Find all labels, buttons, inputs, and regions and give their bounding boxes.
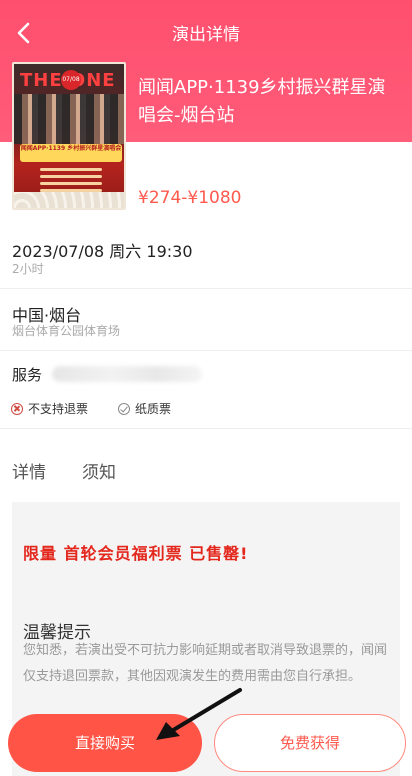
event-title: 闻闻APP·1139乡村振兴群星演唱会-烟台站 [138,77,386,126]
event-datetime: 2023/07/08 周六 19:30 [12,242,193,261]
poster-wave-decoration [14,192,124,208]
price-range: ¥274-¥1080 [138,188,242,208]
service-info-blurred [52,366,202,382]
annotation-arrow-icon [156,688,242,740]
divider [0,428,412,429]
poster-performers [14,94,124,144]
poster-band: 闻闻APP·1139 乡村振兴群星演唱会 [20,144,122,162]
divider [0,350,412,351]
tag-label: 纸质票 [135,402,172,416]
divider [0,288,412,289]
tag-paper-ticket: 纸质票 [118,400,171,417]
poster-date-badge: 07/08 [61,70,81,90]
poster-band-text: 闻闻APP·1139 乡村振兴群星演唱会 [20,145,122,152]
detail-tabs: 详情 须知 [0,438,412,498]
tab-notice[interactable]: 须知 [82,458,116,483]
promo-banner-text: 限量 首轮会员福利票 已售罄! [23,544,249,563]
tag-no-refund: 不支持退票 [11,400,88,417]
tag-label: 不支持退票 [28,402,89,416]
venue-name[interactable]: 烟台体育公园体育场 [12,322,400,339]
x-circle-icon [11,402,23,415]
tab-details[interactable]: 详情 [12,458,46,483]
event-duration: 2小时 [12,262,44,276]
check-circle-icon [118,402,130,415]
navigation-bar: 演出详情 [0,0,412,64]
notice-body: 您知悉，若演出受不可抗力影响延期或者取消导致退票的，闻闻仅支持退回票款，其他因观… [23,643,388,684]
event-poster[interactable]: THE ONE 07/08 闻闻APP·1139 乡村振兴群星演唱会 [12,62,126,210]
page-title: 演出详情 [172,25,240,45]
